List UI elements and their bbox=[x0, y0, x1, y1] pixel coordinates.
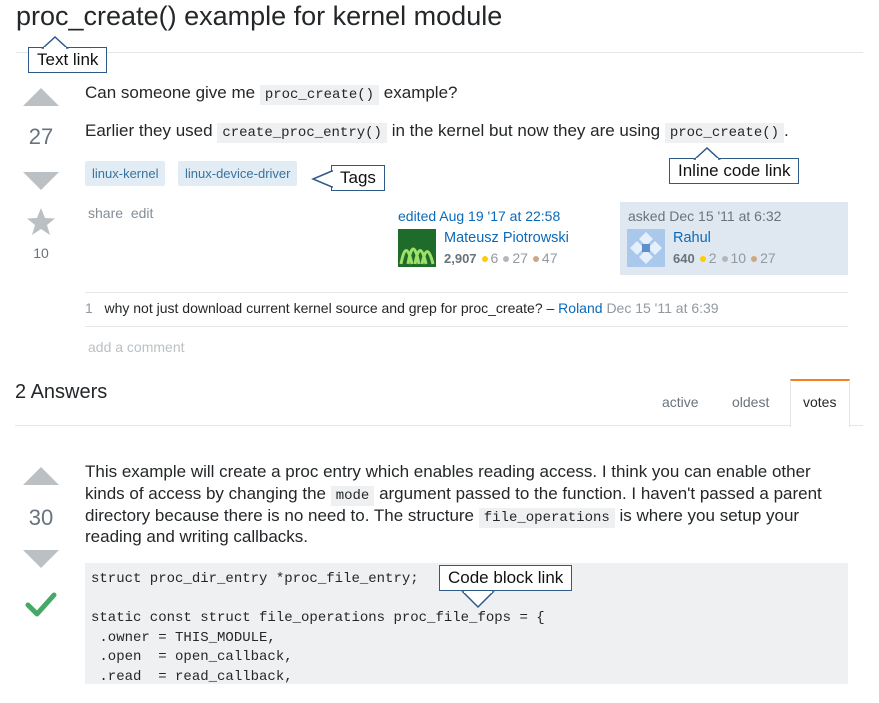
comment: 1 why not just download current kernel s… bbox=[85, 300, 719, 316]
answer-downvote-button[interactable] bbox=[23, 550, 59, 568]
tag-linux-device-driver[interactable]: linux-device-driver bbox=[178, 161, 298, 186]
comment-time: Dec 15 '11 at 6:39 bbox=[606, 300, 719, 316]
gold-count: 2 bbox=[708, 250, 717, 266]
text: kinds of access by changing the bbox=[85, 484, 326, 503]
question-score: 27 bbox=[28, 124, 54, 149]
answers-divider bbox=[15, 425, 790, 426]
asker-username[interactable]: Rahul bbox=[673, 230, 711, 246]
asker-avatar-icon[interactable] bbox=[627, 229, 665, 267]
callout-text-link: Text link bbox=[28, 47, 108, 73]
favorite-star-icon[interactable] bbox=[26, 207, 56, 237]
upvote-button[interactable] bbox=[23, 88, 59, 106]
comment-votes: 1 bbox=[85, 300, 93, 316]
share-link[interactable]: share bbox=[88, 205, 123, 221]
favorite-count: 10 bbox=[33, 245, 49, 261]
asked-time: asked Dec 15 '11 at 6:32 bbox=[628, 208, 782, 224]
silver-badge-icon bbox=[503, 255, 510, 262]
callout-code-block-link: Code block link bbox=[439, 565, 573, 591]
edited-time-link[interactable]: edited Aug 19 '17 at 22:58 bbox=[398, 208, 560, 224]
text: is where you setup your bbox=[619, 506, 800, 525]
question-title[interactable]: proc_create() example for kernel module bbox=[16, 1, 502, 32]
silver-count: 27 bbox=[512, 250, 528, 266]
edit-link[interactable]: edit bbox=[131, 205, 154, 221]
text: argument passed to the function. I haven… bbox=[379, 484, 822, 503]
callout-pointer-icon bbox=[693, 147, 721, 160]
bronze-count: 27 bbox=[760, 250, 776, 266]
comment-text: why not just download current kernel sou… bbox=[104, 300, 555, 316]
bronze-count: 47 bbox=[541, 250, 558, 266]
code-line: .open = open_callback, bbox=[91, 649, 293, 665]
text: example? bbox=[383, 83, 458, 102]
answer-upvote-button[interactable] bbox=[23, 467, 59, 485]
code-line: .owner = THIS_MODULE, bbox=[91, 629, 276, 646]
comment-divider bbox=[85, 292, 848, 293]
tab-active[interactable]: active bbox=[662, 394, 699, 410]
gold-badge-icon bbox=[699, 255, 706, 262]
post-menu: share edit bbox=[88, 205, 153, 221]
tag-linux-kernel[interactable]: linux-kernel bbox=[85, 161, 166, 186]
callout-inline-code-link: Inline code link bbox=[669, 158, 800, 184]
bronze-badge-icon bbox=[532, 255, 539, 262]
text: in the kernel but now they are using bbox=[391, 121, 661, 140]
question-line-2: Earlier they used create_proc_entry() in… bbox=[85, 121, 789, 143]
answer-line-2: kinds of access by changing the mode arg… bbox=[85, 484, 822, 506]
callout-pointer-icon bbox=[41, 36, 69, 49]
tab-votes[interactable]: votes bbox=[803, 394, 836, 410]
silver-badge-icon bbox=[721, 255, 728, 262]
answer-score: 30 bbox=[28, 505, 54, 530]
code-line: .read = read_callback, bbox=[91, 668, 293, 685]
editor-username[interactable]: Mateusz Piotrowski bbox=[444, 230, 569, 246]
comment-user-link[interactable]: Roland bbox=[558, 300, 602, 316]
inline-code[interactable]: proc_create() bbox=[259, 85, 380, 105]
editor-reputation: 2,907 6 27 47 bbox=[444, 250, 558, 266]
gold-badge-icon bbox=[481, 255, 488, 262]
bronze-badge-icon bbox=[751, 255, 758, 262]
answer-line-4: reading and writing callbacks. bbox=[85, 527, 308, 547]
answers-count: 2 Answers bbox=[15, 381, 108, 403]
text: Earlier they used bbox=[85, 121, 213, 140]
asker-reputation: 640 2 10 27 bbox=[673, 250, 776, 266]
text: reading and writing callbacks. bbox=[85, 527, 309, 546]
gold-count: 6 bbox=[490, 250, 499, 266]
text: directory because there is no need to. T… bbox=[85, 506, 475, 525]
text: . bbox=[784, 121, 789, 140]
add-comment-link[interactable]: add a comment bbox=[88, 339, 185, 355]
silver-count: 10 bbox=[730, 250, 747, 266]
question-line-1: Can someone give me proc_create() exampl… bbox=[85, 83, 458, 105]
answer-line-3: directory because there is no need to. T… bbox=[85, 506, 800, 528]
inline-code[interactable]: proc_create() bbox=[664, 123, 785, 143]
downvote-button[interactable] bbox=[23, 172, 59, 190]
title-divider bbox=[16, 52, 863, 53]
reputation-score: 640 bbox=[673, 251, 695, 266]
inline-code[interactable]: mode bbox=[330, 486, 375, 506]
text: Can someone give me bbox=[85, 83, 256, 102]
callout-pointer-icon bbox=[461, 591, 495, 609]
reputation-score: 2,907 bbox=[444, 251, 477, 266]
inline-code[interactable]: create_proc_entry() bbox=[217, 123, 387, 143]
comment-bottom-divider bbox=[85, 326, 848, 327]
answer-line-1: This example will create a proc entry wh… bbox=[85, 462, 811, 482]
callout-pointer-icon bbox=[311, 169, 333, 189]
answers-divider-right bbox=[849, 425, 863, 426]
tab-oldest[interactable]: oldest bbox=[732, 394, 769, 410]
text: This example will create a proc entry wh… bbox=[85, 462, 811, 481]
accepted-check-icon bbox=[25, 592, 57, 617]
callout-tags: Tags bbox=[331, 165, 385, 191]
code-line: static const struct file_operations proc… bbox=[91, 610, 545, 626]
inline-code[interactable]: file_operations bbox=[478, 508, 615, 528]
editor-avatar-icon[interactable] bbox=[398, 229, 436, 267]
